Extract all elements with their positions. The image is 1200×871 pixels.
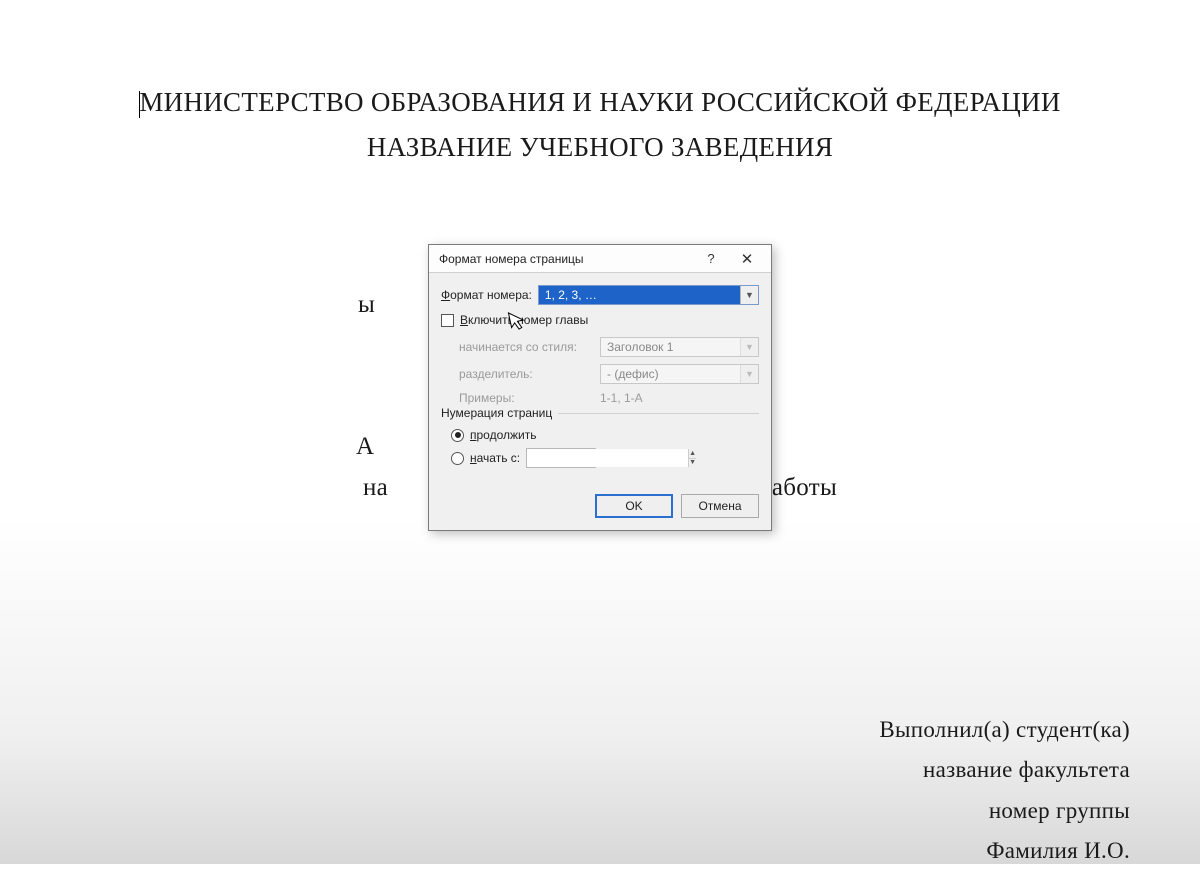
chevron-down-icon: ▼ <box>740 365 758 383</box>
separator-label: разделитель: <box>459 367 594 381</box>
number-format-row: Формат номера: 1, 2, 3, … ▼ <box>441 285 759 305</box>
dialog-titlebar[interactable]: Формат номера страницы ? ✕ <box>429 245 771 273</box>
start-at-input[interactable] <box>527 449 688 467</box>
starts-with-style-value: Заголовок 1 <box>605 340 740 354</box>
doc-heading-2: НАЗВАНИЕ УЧЕБНОГО ЗАВЕДЕНИЯ <box>0 125 1200 170</box>
separator-combo: - (дефис) ▼ <box>600 364 759 384</box>
chevron-down-icon: ▼ <box>740 338 758 356</box>
separator-value: - (дефис) <box>605 367 740 381</box>
cancel-button[interactable]: Отмена <box>681 494 759 518</box>
examples-label: Примеры: <box>459 391 594 405</box>
number-format-label: Формат номера: <box>441 288 532 302</box>
radio-start-label: начать с: <box>470 451 520 465</box>
help-icon: ? <box>707 251 714 266</box>
doc-line-work-prefix: на <box>363 467 388 508</box>
examples-value: 1-1, 1-A <box>600 391 735 405</box>
ok-button[interactable]: OK <box>595 494 673 518</box>
starts-with-style-label: начинается со стиля: <box>459 340 594 354</box>
include-chapter-label: Включить номер главы <box>460 313 588 327</box>
spinner-buttons: ▲ ▼ <box>688 449 696 467</box>
doc-author-l3: номер группы <box>879 791 1130 831</box>
doc-author-block: Выполнил(а) студент(ка) название факульт… <box>879 710 1130 871</box>
doc-author-l4: Фамилия И.О. <box>879 831 1130 871</box>
number-format-value: 1, 2, 3, … <box>543 288 740 302</box>
radio-start-row: начать с: ▲ ▼ <box>451 448 759 468</box>
spinner-down-icon[interactable]: ▼ <box>689 458 696 468</box>
number-format-combo[interactable]: 1, 2, 3, … ▼ <box>538 285 759 305</box>
doc-author-l2: название факультета <box>879 750 1130 790</box>
dialog-footer: OK Отмена <box>429 484 771 530</box>
doc-heading-1-text: МИНИСТЕРСТВО ОБРАЗОВАНИЯ И НАУКИ РОССИЙС… <box>139 87 1060 117</box>
page-numbering-fieldset: Нумерация страниц продолжить начать с: ▲… <box>441 413 759 468</box>
radio-continue-row: продолжить <box>451 428 759 442</box>
dialog-body: Формат номера: 1, 2, 3, … ▼ Включить ном… <box>429 273 771 484</box>
start-at-spinner[interactable]: ▲ ▼ <box>526 448 596 468</box>
chevron-down-icon[interactable]: ▼ <box>740 286 758 304</box>
include-chapter-checkbox[interactable] <box>441 314 454 327</box>
spinner-up-icon[interactable]: ▲ <box>689 449 696 458</box>
chapter-options: начинается со стиля: Заголовок 1 ▼ разде… <box>459 337 759 405</box>
page-numbering-legend: Нумерация страниц <box>441 406 558 420</box>
radio-start-at[interactable] <box>451 452 464 465</box>
doc-author-l1: Выполнил(а) студент(ка) <box>879 710 1130 750</box>
doc-heading-1: МИНИСТЕРСТВО ОБРАЗОВАНИЯ И НАУКИ РОССИЙС… <box>0 80 1200 125</box>
radio-continue[interactable] <box>451 429 464 442</box>
dialog-title: Формат номера страницы <box>439 252 693 266</box>
close-icon: ✕ <box>741 250 754 268</box>
close-button[interactable]: ✕ <box>729 248 765 270</box>
starts-with-style-combo: Заголовок 1 ▼ <box>600 337 759 357</box>
radio-continue-label: продолжить <box>470 428 536 442</box>
page-number-format-dialog: Формат номера страницы ? ✕ Формат номера… <box>428 244 772 531</box>
help-button[interactable]: ? <box>693 248 729 270</box>
include-chapter-row: Включить номер главы <box>441 313 759 327</box>
